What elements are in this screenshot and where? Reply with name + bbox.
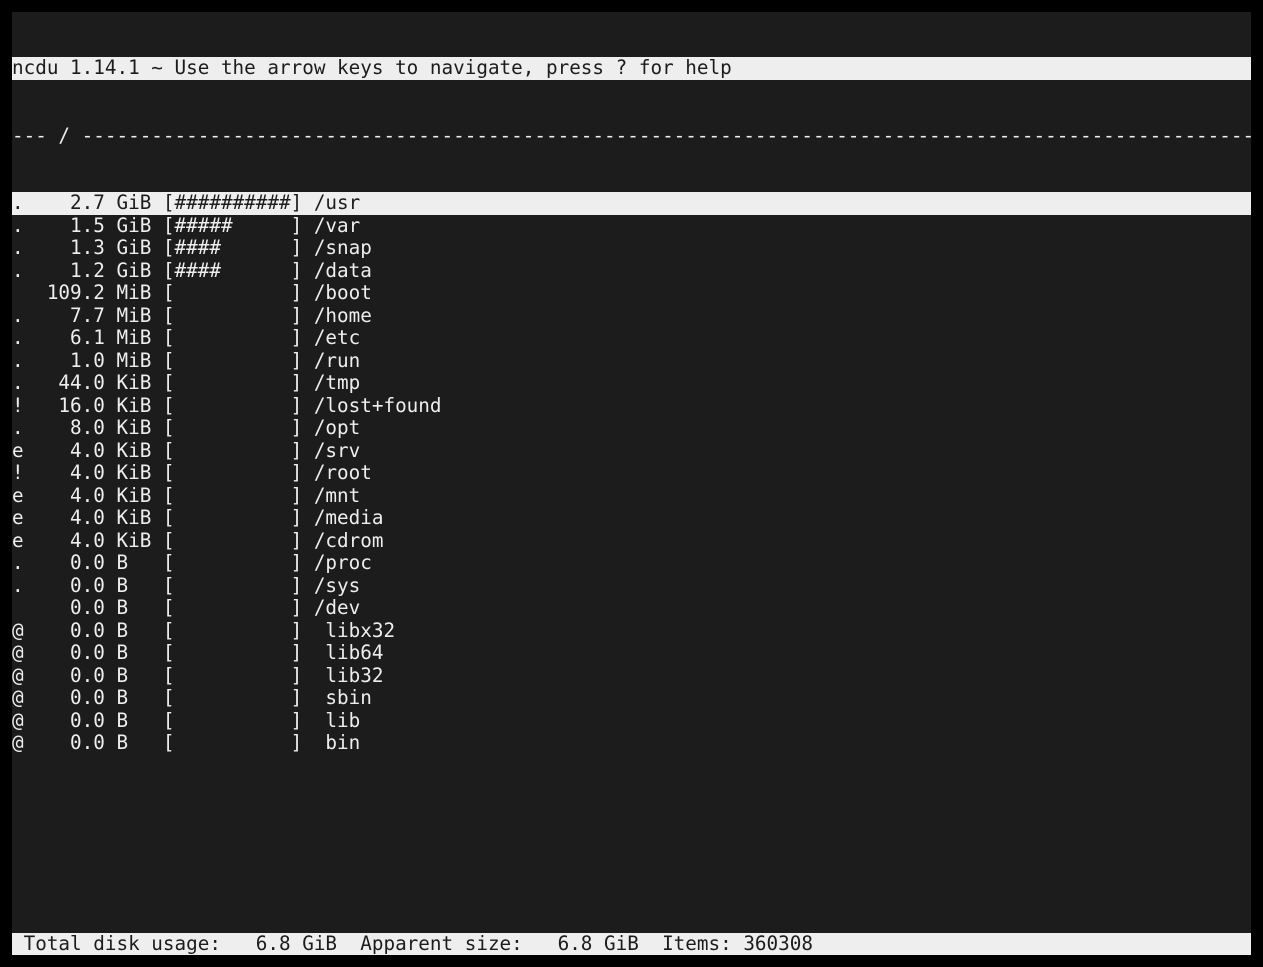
list-item[interactable]: . 1.0 MiB [ ] /run xyxy=(12,350,1251,373)
list-item[interactable]: @ 0.0 B [ ] sbin xyxy=(12,687,1251,710)
status-bar: Total disk usage: 6.8 GiB Apparent size:… xyxy=(12,933,1251,956)
list-item[interactable]: ! 4.0 KiB [ ] /root xyxy=(12,462,1251,485)
list-item[interactable]: . 1.5 GiB [##### ] /var xyxy=(12,215,1251,238)
list-item[interactable]: . 8.0 KiB [ ] /opt xyxy=(12,417,1251,440)
list-item[interactable]: 109.2 MiB [ ] /boot xyxy=(12,282,1251,305)
list-item[interactable]: @ 0.0 B [ ] bin xyxy=(12,732,1251,755)
list-item[interactable]: . 1.2 GiB [#### ] /data xyxy=(12,260,1251,283)
terminal[interactable]: ncdu 1.14.1 ~ Use the arrow keys to navi… xyxy=(12,12,1251,955)
list-item[interactable]: . 2.7 GiB [##########] /usr xyxy=(12,192,1251,215)
list-item[interactable]: @ 0.0 B [ ] lib32 xyxy=(12,665,1251,688)
list-item[interactable]: e 4.0 KiB [ ] /srv xyxy=(12,440,1251,463)
header-bar: ncdu 1.14.1 ~ Use the arrow keys to navi… xyxy=(12,57,1251,80)
path-line: --- / ----------------------------------… xyxy=(12,125,1251,148)
list-item[interactable]: e 4.0 KiB [ ] /media xyxy=(12,507,1251,530)
file-list[interactable]: . 2.7 GiB [##########] /usr . 1.5 GiB [#… xyxy=(12,192,1251,755)
list-item[interactable]: . 7.7 MiB [ ] /home xyxy=(12,305,1251,328)
list-item[interactable]: . 1.3 GiB [#### ] /snap xyxy=(12,237,1251,260)
list-item[interactable]: . 6.1 MiB [ ] /etc xyxy=(12,327,1251,350)
list-item[interactable]: . 0.0 B [ ] /proc xyxy=(12,552,1251,575)
list-item[interactable]: e 4.0 KiB [ ] /cdrom xyxy=(12,530,1251,553)
list-item[interactable]: @ 0.0 B [ ] libx32 xyxy=(12,620,1251,643)
list-item[interactable]: e 4.0 KiB [ ] /mnt xyxy=(12,485,1251,508)
list-item[interactable]: . 44.0 KiB [ ] /tmp xyxy=(12,372,1251,395)
list-item[interactable]: @ 0.0 B [ ] lib64 xyxy=(12,642,1251,665)
list-item[interactable]: ! 16.0 KiB [ ] /lost+found xyxy=(12,395,1251,418)
list-item[interactable]: @ 0.0 B [ ] lib xyxy=(12,710,1251,733)
list-item[interactable]: 0.0 B [ ] /dev xyxy=(12,597,1251,620)
list-item[interactable]: . 0.0 B [ ] /sys xyxy=(12,575,1251,598)
